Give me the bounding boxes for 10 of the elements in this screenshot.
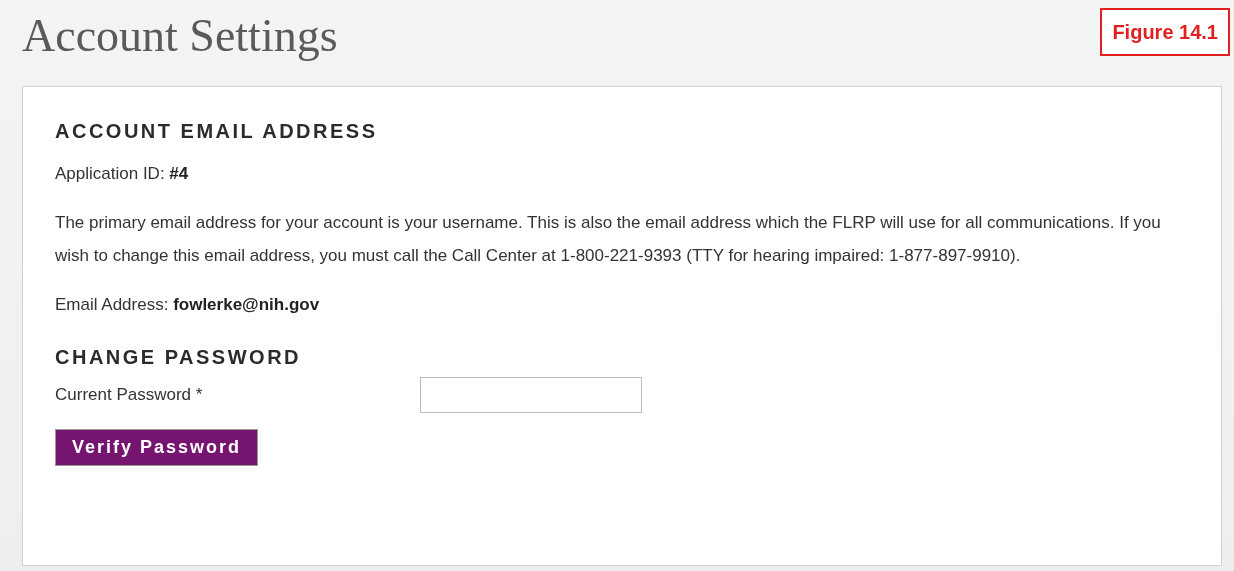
field-label: Current Password *: [55, 384, 204, 407]
figure-label: Figure 14.1: [1100, 8, 1230, 56]
password-field[interactable]: [420, 377, 642, 413]
application-id: Application ID: #4: [55, 163, 190, 185]
email-address: Email Address: fowlerke@nih.gov: [55, 294, 321, 316]
verify-password-button[interactable]: Verify Password: [55, 429, 259, 466]
section-heading: CHANGE PASSWORD: [55, 345, 303, 369]
section-heading: ACCOUNT EMAIL ADDRESS: [55, 119, 379, 143]
description-text: The primary email address for your account is your username. This is also the email address which the FLRP will use for all communications. If you wish to change this email address, you must call the Call Center at 1-800-221-9393 (TTY for hearing impaired: 1-877-897-9910).: [55, 212, 1162, 267]
page-title: Account Settings: [22, 9, 338, 63]
